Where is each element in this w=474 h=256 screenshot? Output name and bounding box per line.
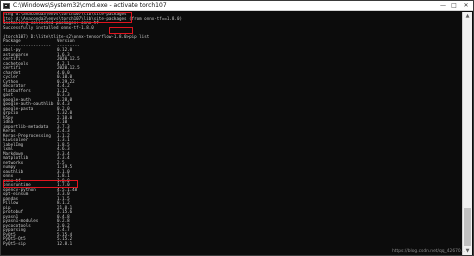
- package-name: PyQt5-sip: [3, 240, 26, 246]
- maximize-button[interactable]: □: [448, 1, 460, 10]
- close-button[interactable]: ✕: [460, 1, 472, 10]
- package-list: absl-py 0.12.0 astunparse 1.6.3 certifi 2020.…: [3, 47, 461, 247]
- highlight-pip-list: [109, 27, 133, 34]
- window-title: C:\Windows\System32\cmd.exe - activate t…: [13, 2, 167, 9]
- terminal-window: C:\Windows\System32\cmd.exe - activate t…: [0, 0, 474, 256]
- scroll-up-arrow-icon[interactable]: ▲: [463, 12, 472, 20]
- highlight-site-packages: [3, 12, 132, 23]
- vertical-scrollbar[interactable]: ▲ ▼: [462, 12, 472, 255]
- highlight-onnx-tf: [3, 180, 78, 188]
- title-bar[interactable]: C:\Windows\System32\cmd.exe - activate t…: [1, 1, 473, 11]
- console-output[interactable]: ning d:\anaconda3\envs\torch107\lib\site…: [3, 12, 461, 255]
- scrollbar-thumb[interactable]: [464, 208, 471, 246]
- pip-list-command: pip list: [129, 33, 150, 39]
- package-row: PyQt5-sip 12.8.1: [3, 240, 461, 247]
- cmd-icon: [3, 3, 10, 9]
- watermark: https://blog.csdn.net/qq_42670...: [392, 249, 465, 254]
- package-version: 12.8.1: [57, 240, 73, 246]
